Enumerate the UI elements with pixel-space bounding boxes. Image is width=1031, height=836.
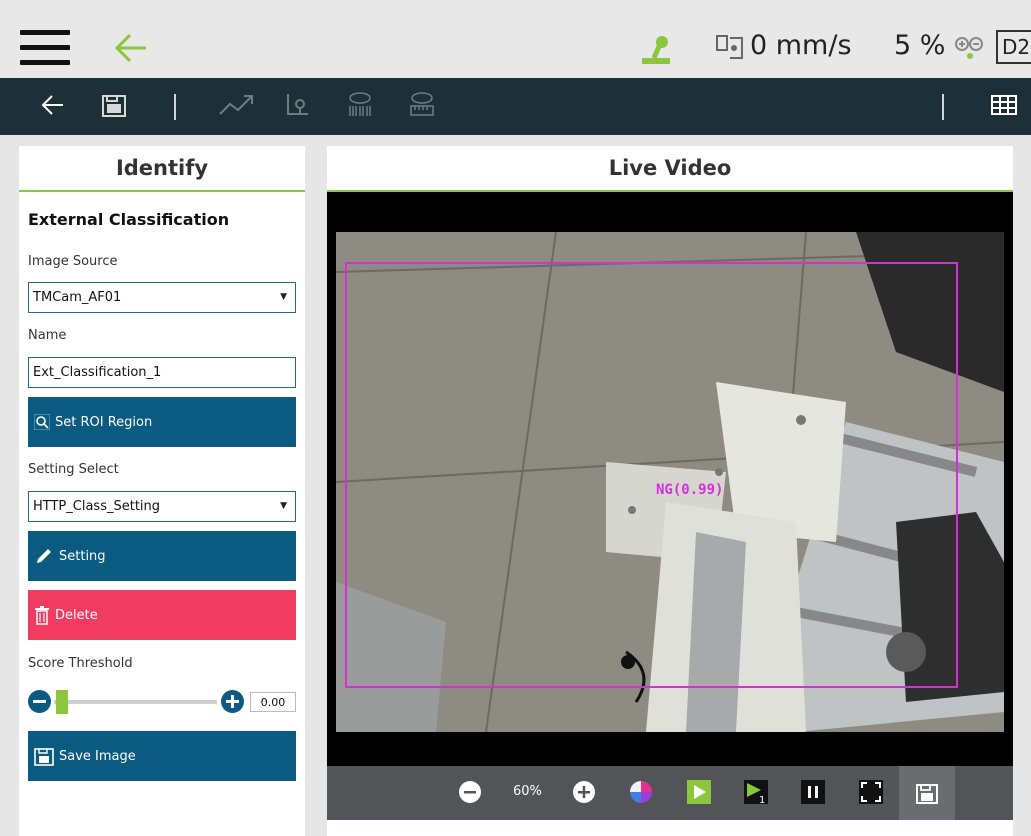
- dropdown-arrow-icon: ▼: [280, 292, 287, 302]
- name-label: Name: [28, 328, 67, 343]
- decrease-icon[interactable]: [28, 690, 51, 713]
- video-viewport[interactable]: NG(0.99): [327, 192, 1013, 766]
- setting-select-value: HTTP_Class_Setting: [33, 499, 161, 514]
- top-header: 0 mm/s 5 % D2: [0, 0, 1031, 78]
- delete-button[interactable]: Delete: [28, 590, 296, 640]
- locate-icon[interactable]: [284, 92, 312, 118]
- back-arrow-icon[interactable]: [112, 30, 152, 66]
- trend-icon[interactable]: [218, 92, 254, 118]
- camera-frame: NG(0.99): [336, 232, 1004, 732]
- trash-icon: [34, 605, 50, 625]
- flow-toolbar: [0, 78, 1031, 135]
- save-image-label: Save Image: [59, 748, 136, 764]
- setting-select[interactable]: HTTP_Class_Setting ▼: [28, 491, 296, 522]
- name-value: Ext_Classification_1: [33, 365, 162, 380]
- set-roi-button[interactable]: Set ROI Region: [28, 397, 296, 447]
- measure-icon[interactable]: [408, 92, 436, 118]
- svg-text:1: 1: [759, 795, 765, 804]
- video-control-bar: 60% 1: [327, 766, 1013, 820]
- dropdown-arrow-icon: ▼: [280, 501, 287, 511]
- live-video-title: Live Video: [327, 146, 1013, 192]
- save-image-icon: [34, 746, 54, 766]
- zoom-in-icon[interactable]: [572, 780, 596, 804]
- pause-icon[interactable]: [801, 780, 825, 804]
- identify-panel: Identify External Classification Image S…: [19, 146, 305, 836]
- zoom-out-icon[interactable]: [458, 780, 482, 804]
- score-threshold-value[interactable]: 0.00: [250, 692, 296, 712]
- score-threshold-label: Score Threshold: [28, 656, 133, 671]
- search-icon: [34, 414, 50, 430]
- color-wheel-icon[interactable]: [629, 780, 653, 804]
- detection-box: [345, 262, 958, 688]
- slider-track[interactable]: [54, 700, 217, 704]
- speed-readout: 0 mm/s: [750, 30, 852, 61]
- detection-label: NG(0.99): [656, 482, 724, 498]
- barcode-icon[interactable]: [346, 92, 374, 118]
- fullscreen-icon[interactable]: [859, 780, 883, 804]
- save-image-button[interactable]: Save Image: [28, 731, 296, 781]
- save-project-icon[interactable]: [101, 92, 127, 118]
- hamburger-menu-icon[interactable]: [20, 30, 70, 68]
- live-video-panel: Live Video NG(0.99) 60% 1: [327, 146, 1013, 836]
- toolbar-back-icon[interactable]: [40, 92, 66, 118]
- set-roi-label: Set ROI Region: [55, 414, 153, 430]
- play-icon[interactable]: [687, 780, 711, 804]
- delete-label: Delete: [55, 607, 98, 623]
- save-snapshot-button[interactable]: [899, 766, 955, 820]
- image-source-value: TMCam_AF01: [33, 290, 122, 305]
- setting-label: Setting: [59, 548, 106, 564]
- grid-table-icon[interactable]: [990, 92, 1018, 118]
- section-title: External Classification: [28, 210, 230, 229]
- save-snapshot-icon: [916, 784, 938, 804]
- robot-pin-icon[interactable]: [640, 34, 674, 66]
- speed-percent: 5 %: [894, 30, 946, 61]
- speed-icon: [716, 35, 743, 59]
- pencil-icon: [34, 546, 54, 566]
- setting-button[interactable]: Setting: [28, 531, 296, 581]
- increase-icon[interactable]: [221, 690, 244, 713]
- panel-title: Identify: [19, 146, 305, 192]
- image-source-label: Image Source: [28, 254, 118, 269]
- play-once-icon[interactable]: 1: [744, 780, 768, 804]
- score-threshold-slider: 0.00: [28, 690, 296, 714]
- setting-select-label: Setting Select: [28, 462, 119, 477]
- image-source-select[interactable]: TMCam_AF01 ▼: [28, 282, 296, 313]
- slider-handle[interactable]: [56, 690, 68, 714]
- zoom-level: 60%: [513, 784, 542, 799]
- name-input[interactable]: Ext_Classification_1: [28, 357, 296, 388]
- zoom-adjust-icon[interactable]: [954, 34, 986, 60]
- mode-badge: D2: [996, 30, 1031, 64]
